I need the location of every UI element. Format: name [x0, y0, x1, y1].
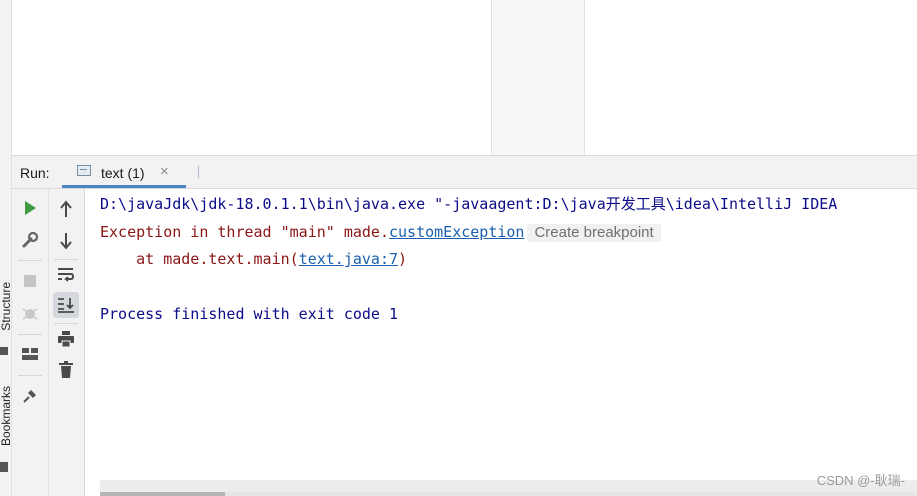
toolbar-separator — [18, 334, 42, 335]
exception-text: Exception in thread "main" made. — [100, 223, 389, 241]
watermark: CSDN @-耿瑞- — [816, 473, 905, 488]
arrow-down-icon[interactable] — [53, 228, 79, 254]
source-location-link[interactable]: text.java:7 — [299, 250, 398, 268]
run-toolbar-primary — [12, 189, 49, 496]
command-line: D:\javaJdk\jdk-18.0.1.1\bin\java.exe "-j… — [100, 195, 838, 213]
process-finished-line: Process finished with exit code 1 — [100, 305, 399, 323]
structure-icon — [0, 347, 8, 355]
editor-divider — [491, 0, 585, 155]
tab-separator — [198, 166, 199, 178]
left-tool-strip: Structure Bookmarks — [0, 0, 13, 496]
scroll-to-end-icon[interactable] — [53, 292, 79, 318]
trash-icon[interactable] — [53, 357, 79, 383]
toolbar-separator — [54, 323, 78, 324]
pin-icon[interactable] — [17, 383, 43, 409]
console-icon — [77, 165, 91, 176]
editor-area[interactable] — [12, 0, 917, 155]
debug-icon[interactable] — [17, 301, 43, 327]
layout-icon[interactable] — [17, 341, 43, 367]
close-icon[interactable]: × — [160, 163, 169, 180]
run-tab-text[interactable]: text (1) × — [62, 156, 186, 188]
stop-icon[interactable] — [17, 268, 43, 294]
soft-wrap-icon[interactable] — [53, 261, 79, 287]
wrench-icon[interactable] — [17, 227, 43, 253]
toolbar-separator — [54, 259, 78, 260]
run-toolbar-secondary — [49, 189, 85, 496]
console-output[interactable]: D:\javaJdk\jdk-18.0.1.1\bin\java.exe "-j… — [85, 189, 917, 480]
exception-class-link[interactable]: customException — [389, 223, 524, 241]
stack-trace-prefix: at made.text.main( — [100, 250, 299, 268]
run-icon[interactable] — [17, 195, 43, 221]
arrow-up-icon[interactable] — [53, 196, 79, 222]
stack-trace-line: at made.text.main(text.java:7) — [100, 250, 407, 268]
run-title: Run: — [20, 165, 50, 181]
bookmark-icon — [0, 462, 8, 472]
run-tab-label: text (1) — [101, 165, 145, 181]
create-breakpoint-hint[interactable]: Create breakpoint — [527, 224, 661, 242]
toolbar-separator — [18, 260, 42, 261]
stack-trace-suffix: ) — [398, 250, 408, 268]
bottom-scroll-thumb[interactable] — [100, 492, 225, 496]
print-icon[interactable] — [53, 326, 79, 352]
horizontal-scrollbar[interactable] — [100, 480, 917, 492]
run-panel-header: Run: text (1) × — [12, 155, 917, 189]
toolbar-separator — [18, 375, 42, 376]
exception-line: Exception in thread "main" made.customEx… — [100, 223, 661, 242]
